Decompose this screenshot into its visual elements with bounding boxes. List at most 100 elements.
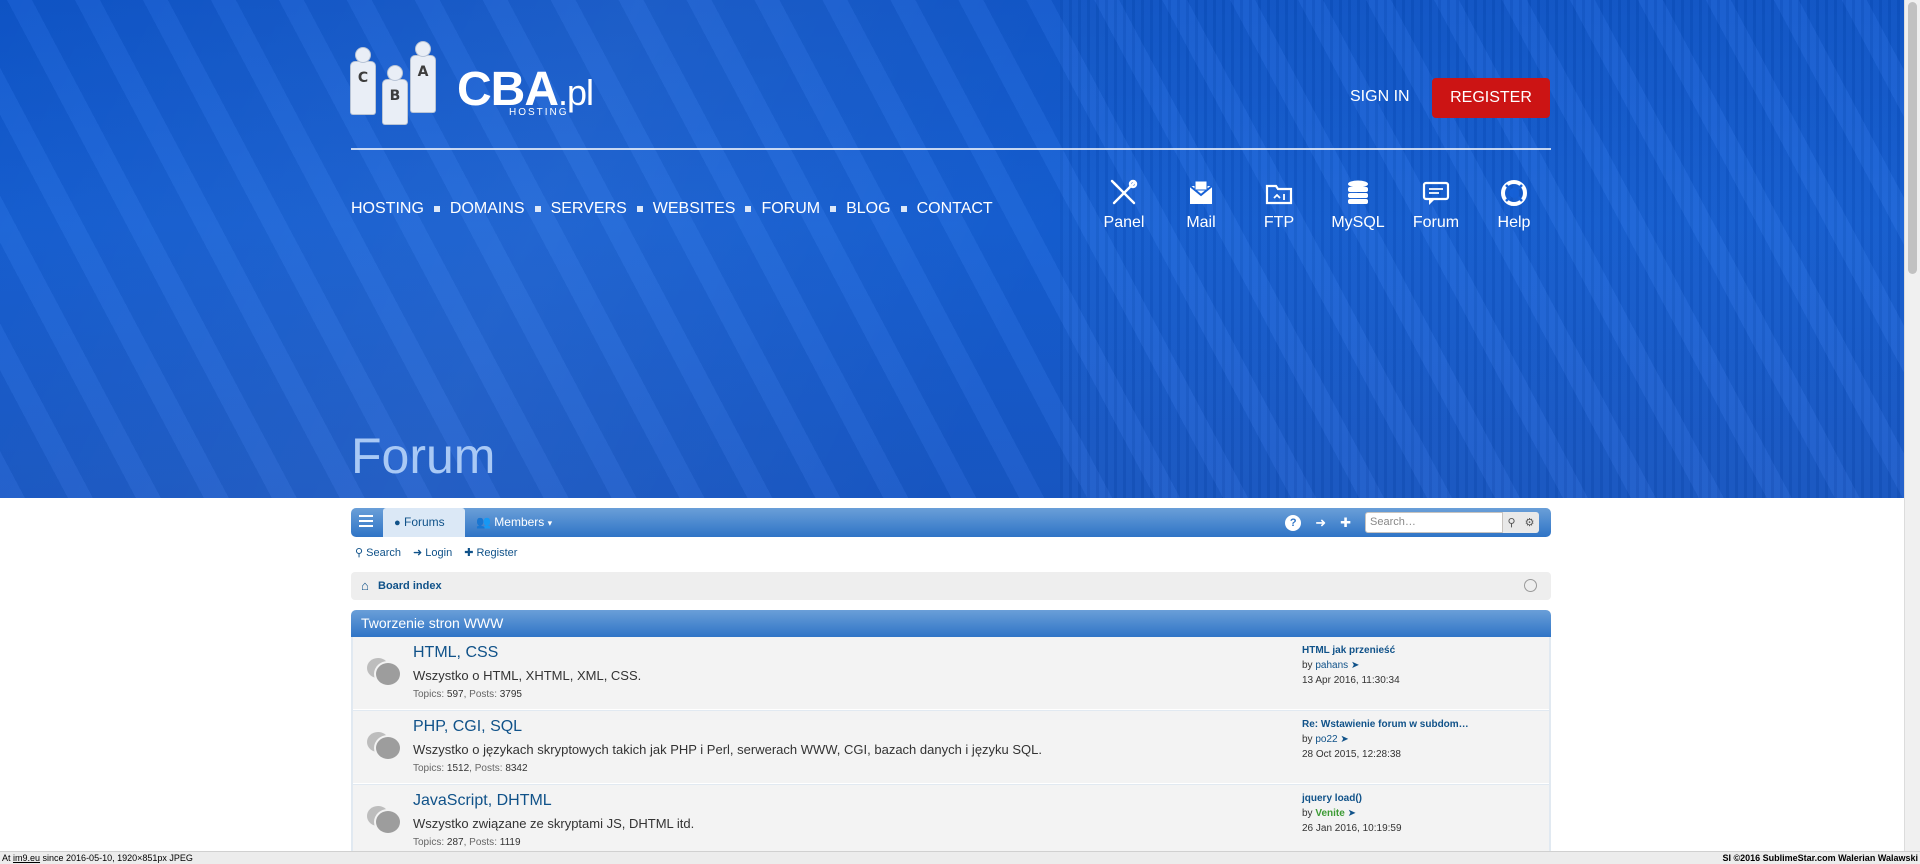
last-post-title[interactable]: Re: Wstawienie forum w subdom…: [1302, 717, 1542, 732]
nav-separator: [900, 206, 907, 212]
image-host-footer: At im9.eu since 2016-05-10, 1920×851px J…: [0, 851, 1920, 864]
logo-person-b: B: [383, 66, 407, 124]
quick-link-ftp-label: FTP: [1263, 214, 1295, 231]
nav-separator: [745, 206, 752, 212]
tools-icon: [1110, 179, 1138, 205]
home-icon[interactable]: ⌂: [361, 578, 369, 593]
vertical-scrollbar[interactable]: [1904, 0, 1920, 851]
nav-item-domains[interactable]: DOMAINS: [450, 200, 525, 218]
last-post-title[interactable]: jquery load(): [1302, 791, 1542, 806]
forum-description: Wszystko o językach skryptowych takich j…: [413, 742, 1043, 757]
main-navigation: HOSTING DOMAINS SERVERS WEBSITES FORUM B…: [351, 200, 993, 218]
breadcrumb-board-index[interactable]: Board index: [378, 580, 442, 592]
tab-forums[interactable]: ● Forums: [383, 508, 465, 537]
arrow-right-icon[interactable]: ➤: [1351, 660, 1359, 671]
clock-icon: [1524, 579, 1537, 592]
chevron-down-icon: ▾: [547, 518, 553, 528]
forum-description: Wszystko o HTML, XHTML, XML, CSS.: [413, 668, 642, 683]
nav-item-forum[interactable]: FORUM: [761, 200, 820, 218]
header-divider: [351, 148, 1551, 150]
last-post: jquery load() by Venite ➤ 26 Jan 2016, 1…: [1302, 791, 1542, 836]
quick-link-help[interactable]: Help: [1478, 178, 1550, 232]
quick-link-mysql-label: MySQL: [1331, 214, 1385, 231]
login-icon[interactable]: ➜: [1315, 515, 1326, 531]
footer-right: SI ©2016 SublimeStar.com Walerian Walaws…: [1722, 853, 1918, 863]
quick-link-help-label: Help: [1497, 214, 1531, 231]
gear-icon[interactable]: ⚙: [1525, 516, 1535, 529]
forum-read-icon: [367, 658, 401, 686]
chat-icon: [1422, 181, 1450, 205]
nav-item-contact[interactable]: CONTACT: [917, 200, 993, 218]
forum-stats: Topics: 287, Posts: 1119: [413, 837, 521, 848]
register-link[interactable]: ✚ Register: [464, 546, 517, 559]
nav-item-hosting[interactable]: HOSTING: [351, 200, 424, 218]
forum-list: HTML, CSS Wszystko o HTML, XHTML, XML, C…: [351, 637, 1551, 858]
register-user-icon[interactable]: ✚: [1340, 515, 1351, 531]
quick-link-mail-label: Mail: [1186, 214, 1216, 231]
last-post-date: 26 Jan 2016, 10:19:59: [1302, 823, 1402, 834]
sign-in-link[interactable]: SIGN IN: [1350, 88, 1410, 106]
tab-forums-label: Forums: [404, 515, 445, 529]
quick-link-panel-label: Panel: [1103, 214, 1145, 231]
logo-person-a: A: [411, 42, 435, 112]
tab-members-label: Members: [494, 515, 545, 529]
quick-link-forum[interactable]: Forum: [1400, 178, 1472, 232]
last-post-date: 28 Oct 2015, 12:28:38: [1302, 749, 1401, 760]
menu-icon[interactable]: [359, 515, 373, 529]
users-icon: 👥: [476, 515, 491, 529]
breadcrumb: ⌂ Board index: [351, 572, 1551, 600]
arrow-right-icon[interactable]: ➤: [1340, 734, 1348, 745]
quick-link-mysql[interactable]: MySQL: [1322, 178, 1394, 232]
ftp-folder-icon: [1265, 184, 1293, 205]
lifebuoy-icon: [1501, 180, 1527, 206]
search-buttons: ⚲ ⚙: [1503, 512, 1539, 533]
register-button[interactable]: REGISTER: [1432, 78, 1550, 118]
speech-bubble-icon: ●: [394, 517, 401, 529]
quick-link-mail[interactable]: Mail: [1165, 178, 1237, 232]
faq-icon[interactable]: ?: [1285, 514, 1302, 531]
hero-banner: C B A CBA.pl HOSTING SIGN IN REGISTER HO…: [0, 0, 1904, 498]
last-post-title[interactable]: HTML jak przenieść: [1302, 643, 1542, 658]
logo-subtitle: HOSTING: [509, 107, 569, 118]
scrollbar-thumb[interactable]: [1908, 2, 1917, 274]
last-post-author[interactable]: pahans: [1315, 660, 1348, 671]
nav-separator: [433, 206, 440, 212]
nav-item-servers[interactable]: SERVERS: [551, 200, 627, 218]
forum-stats: Topics: 1512, Posts: 8342: [413, 763, 528, 774]
forum-title[interactable]: PHP, CGI, SQL: [413, 718, 522, 736]
forum-read-icon: [367, 732, 401, 760]
nav-separator: [534, 206, 541, 212]
forum-title[interactable]: JavaScript, DHTML: [413, 792, 552, 810]
last-post: Re: Wstawienie forum w subdom… by po22 ➤…: [1302, 717, 1542, 762]
mail-icon: [1189, 180, 1213, 204]
database-icon: [1348, 180, 1368, 204]
last-post: HTML jak przenieść by pahans ➤ 13 Apr 20…: [1302, 643, 1542, 688]
search-input[interactable]: Search…: [1365, 512, 1503, 533]
nav-item-blog[interactable]: BLOG: [846, 200, 890, 218]
last-post-author[interactable]: po22: [1315, 734, 1337, 745]
forum-navbar: ● Forums 👥 Members ▾ ? ➜ ✚ Search… ⚲ ⚙: [351, 508, 1551, 537]
site-logo[interactable]: C B A CBA.pl HOSTING: [351, 40, 611, 130]
logo-people-graphic: C B A: [351, 40, 439, 124]
login-link[interactable]: ➜ Login: [413, 546, 452, 559]
nav-item-websites[interactable]: WEBSITES: [653, 200, 736, 218]
hero-server-rack-texture: [1060, 0, 1904, 498]
nav-separator: [636, 206, 643, 212]
search-icon[interactable]: ⚲: [1508, 516, 1516, 529]
arrow-right-icon[interactable]: ➤: [1348, 808, 1356, 819]
tab-members[interactable]: 👥 Members ▾: [476, 508, 552, 537]
forum-read-icon: [367, 806, 401, 834]
footer-host-link[interactable]: im9.eu: [13, 853, 40, 863]
last-post-date: 13 Apr 2016, 11:30:34: [1302, 675, 1400, 686]
forum-row: PHP, CGI, SQL Wszystko o językach skrypt…: [353, 711, 1549, 784]
forum-title[interactable]: HTML, CSS: [413, 644, 498, 662]
page-title: Forum: [351, 428, 496, 484]
search-link[interactable]: ⚲ Search: [355, 546, 401, 559]
last-post-author[interactable]: Venite: [1315, 808, 1344, 819]
quick-link-ftp[interactable]: FTP: [1243, 178, 1315, 232]
quick-link-forum-label: Forum: [1412, 214, 1460, 231]
category-header[interactable]: Tworzenie stron WWW: [351, 610, 1551, 637]
quick-link-panel[interactable]: Panel: [1088, 178, 1160, 232]
forum-sublinks: ⚲ Search ➜ Login ✚ Register: [355, 546, 529, 559]
logo-person-c: C: [351, 48, 375, 114]
